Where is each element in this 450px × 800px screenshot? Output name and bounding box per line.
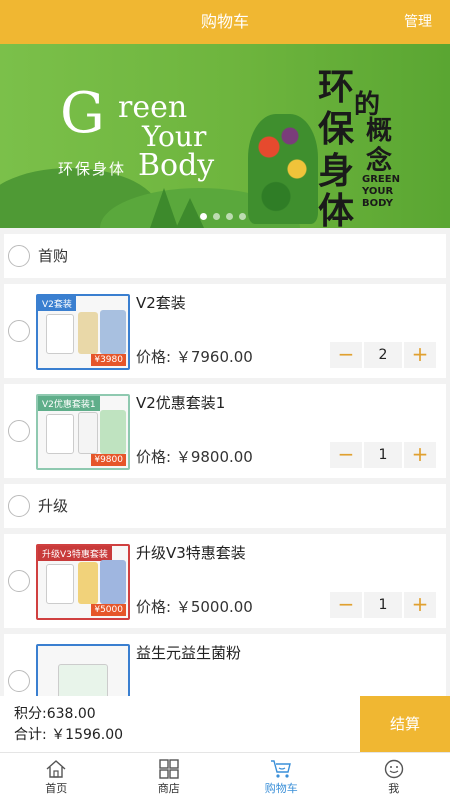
total-text: 合计: ￥1596.00 (14, 727, 124, 743)
tab-home[interactable]: 首页 (0, 753, 113, 800)
product-name[interactable]: 升级V3特惠套装 (136, 542, 246, 563)
shop-header: 首购 (4, 234, 446, 278)
quantity-value[interactable]: 1 (364, 442, 402, 468)
shop-name: 首购 (38, 247, 69, 265)
cart-icon (271, 760, 292, 778)
product-box-image (78, 312, 98, 354)
item-select-radio[interactable] (8, 570, 30, 592)
header-bar: 购物车 管理 (0, 0, 450, 44)
product-box-image (100, 560, 126, 604)
shop-select-radio[interactable] (8, 495, 30, 517)
tab-me[interactable]: 我 (338, 753, 450, 800)
grid-icon (159, 759, 179, 779)
decrement-button[interactable]: − (330, 342, 362, 368)
item-select-radio[interactable] (8, 670, 30, 692)
carousel-dots (200, 213, 246, 220)
bottom-tab-bar: 首页 商店 购物车 我 (0, 752, 450, 800)
slogan-char: 念 (366, 146, 393, 176)
cart-list[interactable]: 首购 V2套装 ¥3980 V2套装 价格: ￥7960.00 − 2 + V2… (0, 228, 450, 696)
product-box-image (78, 412, 98, 454)
tab-cart[interactable]: 购物车 (225, 753, 338, 800)
thumb-tag: V2优惠套装1 (38, 396, 100, 411)
shop-header: 升级 (4, 484, 446, 528)
decrement-button[interactable]: − (330, 442, 362, 468)
increment-button[interactable]: + (404, 592, 436, 618)
home-icon (46, 760, 66, 778)
carousel-dot[interactable] (226, 213, 233, 220)
page-title: 购物车 (200, 12, 249, 31)
cart-item: 益生元益生菌粉 (4, 634, 446, 696)
product-box-image (100, 410, 126, 454)
increment-button[interactable]: + (404, 342, 436, 368)
banner-slogan: 环 的 保 概 身 念 体 GREEN YOUR BODY (318, 58, 438, 228)
tab-label: 商店 (157, 782, 180, 795)
product-box-image (46, 564, 74, 604)
brand-word-body: Body (138, 148, 215, 183)
tab-label: 我 (388, 782, 400, 795)
decrement-button[interactable]: − (330, 592, 362, 618)
carousel-dot[interactable] (213, 213, 220, 220)
cart-item: 升级V3特惠套装 ¥5000 升级V3特惠套装 价格: ￥5000.00 − 1… (4, 534, 446, 628)
thumb-price-tag: ¥3980 (91, 354, 126, 366)
quantity-stepper: − 1 + (330, 592, 436, 618)
cart-summary-bar: 积分:638.00 合计: ￥1596.00 结算 (0, 696, 450, 752)
banner-tree (150, 188, 178, 228)
product-thumbnail[interactable] (36, 644, 130, 696)
product-box-image (78, 562, 98, 604)
quantity-value[interactable]: 2 (364, 342, 402, 368)
quantity-stepper: − 2 + (330, 342, 436, 368)
shop-select-radio[interactable] (8, 245, 30, 267)
tab-shop[interactable]: 商店 (113, 753, 226, 800)
increment-button[interactable]: + (404, 442, 436, 468)
carousel-dot[interactable] (239, 213, 246, 220)
cart-item: V2优惠套装1 ¥9800 V2优惠套装1 价格: ￥9800.00 − 1 + (4, 384, 446, 478)
product-box-image (46, 414, 74, 454)
product-name[interactable]: 益生元益生菌粉 (136, 642, 241, 663)
promo-banner[interactable]: G reen Your Body 环保身体 环 的 保 概 身 念 体 GREE… (0, 44, 450, 228)
shop-name: 升级 (38, 497, 69, 515)
carousel-dot[interactable] (200, 213, 207, 220)
smile-icon (384, 759, 403, 779)
product-thumbnail[interactable]: V2套装 ¥3980 (36, 294, 130, 370)
quantity-value[interactable]: 1 (364, 592, 402, 618)
product-price: 价格: ￥9800.00 (136, 448, 253, 466)
manage-button[interactable]: 管理 (404, 0, 432, 44)
product-box-image (46, 314, 74, 354)
points-text: 积分:638.00 (14, 706, 96, 722)
slogan-en: GREEN YOUR BODY (362, 174, 400, 209)
cart-item: V2套装 ¥3980 V2套装 价格: ￥7960.00 − 2 + (4, 284, 446, 378)
vegetable-figure-image (248, 114, 318, 224)
product-box-image (58, 664, 108, 696)
brand-cn-text: 环保身体 (58, 160, 127, 178)
product-thumbnail[interactable]: 升级V3特惠套装 ¥5000 (36, 544, 130, 620)
thumb-price-tag: ¥5000 (91, 604, 126, 616)
thumb-tag: V2套装 (38, 296, 76, 311)
quantity-stepper: − 1 + (330, 442, 436, 468)
thumb-price-tag: ¥9800 (91, 454, 126, 466)
brand-g-letter: G (60, 81, 105, 146)
product-price: 价格: ￥7960.00 (136, 348, 253, 366)
slogan-char: 体 (318, 191, 355, 228)
item-select-radio[interactable] (8, 320, 30, 342)
thumb-tag: 升级V3特惠套装 (38, 546, 112, 561)
tab-label: 首页 (45, 782, 68, 795)
item-select-radio[interactable] (8, 420, 30, 442)
product-name[interactable]: V2优惠套装1 (136, 392, 225, 413)
checkout-button[interactable]: 结算 (360, 696, 450, 752)
product-box-image (100, 310, 126, 354)
product-name[interactable]: V2套装 (136, 292, 186, 313)
product-price: 价格: ￥5000.00 (136, 598, 253, 616)
tab-label: 购物车 (264, 782, 298, 795)
product-thumbnail[interactable]: V2优惠套装1 ¥9800 (36, 394, 130, 470)
